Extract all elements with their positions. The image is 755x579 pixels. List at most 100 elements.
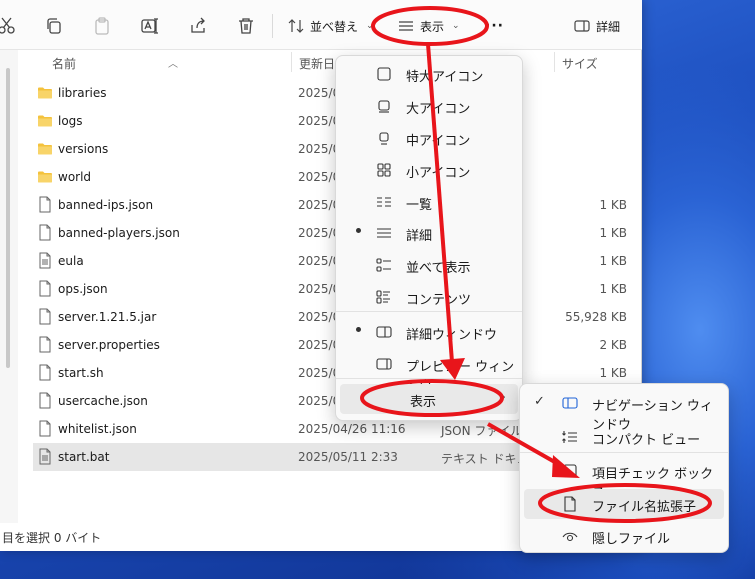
menu-item-list-view[interactable]: 一覧 (340, 187, 518, 217)
menu-item-extra-large-icons[interactable]: 特大アイコン (340, 59, 518, 89)
file-row[interactable]: libraries 2025/05 (33, 79, 633, 107)
sort-label: 並べ替え (310, 19, 359, 34)
menu-item-label: 並べて表示 (406, 261, 471, 276)
submenu-item-file-extension[interactable]: ファイル名拡張子 (524, 489, 724, 519)
menu-item-large-icons[interactable]: 大アイコン (340, 91, 518, 121)
sort-icon (288, 19, 304, 33)
menu-item-label: 詳細ウィンドウ (406, 328, 498, 343)
rename-icon[interactable] (137, 13, 163, 39)
sort-ascending-icon: ︿ (168, 59, 178, 70)
file-row[interactable]: banned-ips.json 2025/05 1 KB (33, 191, 633, 219)
file-row[interactable]: ops.json 2025/05 1 KB (33, 275, 633, 303)
file-icon (39, 196, 51, 213)
view-button[interactable]: 表示 ⌄ (398, 13, 460, 39)
menu-item-label: 大アイコン (406, 102, 471, 117)
submenu-item-hidden-files[interactable]: 隠しファイル (524, 521, 724, 551)
large-icons-icon (376, 98, 392, 114)
extra-large-icons-icon (376, 66, 392, 82)
cut-icon[interactable] (0, 13, 20, 39)
content-view-icon (376, 289, 392, 305)
column-name[interactable]: 名前 (52, 55, 76, 72)
menu-item-medium-icons[interactable]: 中アイコン (340, 123, 518, 153)
compact-view-icon (562, 429, 578, 445)
file-type: JSON ファイル (441, 424, 523, 438)
menu-item-preview-pane[interactable]: プレビュー ウィンドウ (340, 349, 518, 394)
checkmark-icon: ✓ (534, 394, 545, 409)
menu-item-tiles-view[interactable]: 並べて表示 (340, 250, 518, 280)
status-text: 目を選択 0 バイト (2, 531, 102, 545)
details-pane-button[interactable]: 詳細 (574, 13, 620, 39)
file-icon (39, 336, 51, 353)
menu-item-details-pane[interactable]: 詳細ウィンドウ (340, 317, 518, 347)
file-icon (39, 420, 51, 437)
file-size: 1 KB (599, 282, 627, 296)
menu-item-small-icons[interactable]: 小アイコン (340, 155, 518, 185)
view-menu: 特大アイコン 大アイコン中アイコン 小アイコン一覧詳細並べて表示コンテンツ詳細ウィン… (335, 55, 523, 421)
navigation-scrollbar[interactable] (6, 68, 10, 368)
file-name: banned-players.json (58, 226, 180, 240)
menu-item-show[interactable]: 表示 › (340, 384, 518, 414)
folder-icon (38, 115, 52, 127)
chevron-down-icon: ⌄ (366, 21, 374, 31)
file-row[interactable]: server.1.21.5.jar 2025/03 55,928 KB (33, 303, 633, 331)
menu-separator (336, 311, 522, 312)
file-name: libraries (58, 86, 107, 100)
column-divider[interactable] (554, 52, 555, 72)
column-size[interactable]: サイズ (562, 55, 598, 72)
file-name: versions (58, 142, 109, 156)
delete-icon[interactable] (233, 13, 259, 39)
file-name: banned-ips.json (58, 198, 154, 212)
file-name: server.1.21.5.jar (58, 310, 157, 324)
preview-pane-icon (376, 356, 392, 372)
more-options-button[interactable]: ··· (485, 13, 504, 39)
file-name: server.properties (58, 338, 160, 352)
file-name: ops.json (58, 282, 108, 296)
paste-icon[interactable] (89, 13, 115, 39)
menu-item-details-view[interactable]: 詳細 (340, 218, 518, 248)
sort-button[interactable]: 並べ替え ⌄ (288, 13, 374, 39)
menu-separator (520, 452, 728, 453)
folder-icon (38, 87, 52, 99)
file-date: 2025/05/11 2:33 (298, 450, 398, 464)
submenu-item-compact-view[interactable]: コンパクト ビュー (524, 422, 724, 452)
navigation-pane-icon (562, 395, 578, 411)
medium-icons-icon (376, 130, 392, 146)
column-divider[interactable] (291, 52, 292, 72)
menu-item-label: 詳細 (406, 229, 433, 244)
file-row[interactable]: versions 2025/05 (33, 135, 633, 163)
file-row[interactable]: logs 2025/05 (33, 107, 633, 135)
menu-item-label: 特大アイコン (406, 70, 484, 85)
hidden-files-icon (562, 528, 578, 544)
file-row[interactable]: world 2025/05 (33, 163, 633, 191)
toolbar-divider (272, 14, 273, 38)
copy-icon[interactable] (41, 13, 67, 39)
file-row[interactable]: banned-players.json 2025/05 1 KB (33, 219, 633, 247)
file-name: eula (58, 254, 84, 268)
file-name: start.sh (58, 366, 104, 380)
file-icon (39, 224, 51, 241)
file-name: usercache.json (58, 394, 148, 408)
file-icon (39, 364, 51, 381)
file-name: start.bat (58, 450, 110, 464)
file-row[interactable]: eula2025/04ト1 KB (33, 247, 633, 275)
list-view-icon (376, 194, 392, 210)
menu-item-label: 一覧 (406, 198, 433, 213)
file-row[interactable]: server.properties2025/05イル2 KB (33, 331, 633, 359)
file-icon (39, 392, 51, 409)
folder-icon (38, 143, 52, 155)
view-lines-icon (399, 21, 413, 31)
details-label: 詳細 (596, 19, 621, 34)
menu-item-label: 表示 (410, 395, 437, 410)
submenu-item-item-checkbox[interactable]: 項目チェック ボックス (524, 456, 724, 501)
selected-bullet-icon (356, 327, 361, 332)
menu-item-content-view[interactable]: コンテンツ (340, 282, 518, 312)
column-date[interactable]: 更新日 (299, 55, 335, 72)
small-icons-icon (376, 162, 392, 178)
selected-bullet-icon (356, 228, 361, 233)
share-icon[interactable] (185, 13, 211, 39)
file-size: 1 KB (599, 226, 627, 240)
menu-separator (336, 378, 522, 379)
file-size: 1 KB (599, 254, 627, 268)
submenu-item-navigation-pane[interactable]: ✓ ナビゲーション ウィンドウ (524, 388, 724, 433)
submenu-item-label: コンパクト ビュー (592, 433, 701, 448)
